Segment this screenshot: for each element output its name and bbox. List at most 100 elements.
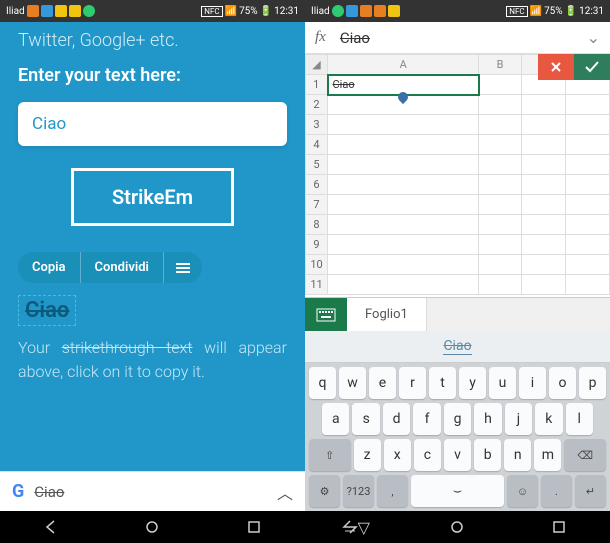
space-key[interactable]: ⌣ <box>411 475 504 507</box>
chevron-up-icon[interactable]: ︿ <box>277 480 293 504</box>
grid[interactable]: ◢ A B C D 1Ciao 2 3 4 5 6 7 8 9 10 11 <box>305 54 610 295</box>
key-m[interactable]: m <box>534 439 561 471</box>
cell[interactable] <box>328 135 479 155</box>
cell[interactable] <box>565 115 609 135</box>
key-z[interactable]: z <box>354 439 381 471</box>
keyboard-toggle-button[interactable] <box>305 298 347 331</box>
cell[interactable] <box>565 215 609 235</box>
key-y[interactable]: y <box>459 367 486 399</box>
cell[interactable] <box>521 235 565 255</box>
key-b[interactable]: b <box>474 439 501 471</box>
symbols-key[interactable]: ?123 <box>343 475 374 507</box>
backspace-key[interactable]: ⌫ <box>564 439 606 471</box>
row-header[interactable]: 6 <box>306 175 328 195</box>
back-button[interactable] <box>36 517 66 537</box>
cell[interactable] <box>328 255 479 275</box>
key-g[interactable]: g <box>444 403 471 435</box>
cell[interactable] <box>479 215 521 235</box>
row-header[interactable]: 3 <box>306 115 328 135</box>
cell[interactable] <box>565 135 609 155</box>
copy-button[interactable]: Copia <box>18 252 81 283</box>
menu-button[interactable] <box>164 252 202 283</box>
suggestion-text[interactable]: Ciao <box>443 338 471 355</box>
cell[interactable] <box>565 275 609 295</box>
cell[interactable] <box>328 195 479 215</box>
cell[interactable] <box>328 275 479 295</box>
row-header[interactable]: 9 <box>306 235 328 255</box>
cell-a1[interactable]: Ciao <box>328 75 479 95</box>
key-s[interactable]: s <box>352 403 379 435</box>
google-search-bar[interactable]: G Ciao ︿ <box>0 471 305 511</box>
cell[interactable] <box>328 175 479 195</box>
chevron-down-icon[interactable]: ⌄ <box>587 28 600 47</box>
select-all-corner[interactable]: ◢ <box>306 55 328 75</box>
recent-button[interactable] <box>239 517 269 537</box>
cell[interactable] <box>479 95 521 115</box>
home-button[interactable] <box>442 517 472 537</box>
key-f[interactable]: f <box>413 403 440 435</box>
share-button[interactable]: Condividi <box>81 252 164 283</box>
key-p[interactable]: p <box>579 367 606 399</box>
cell[interactable] <box>521 95 565 115</box>
key-d[interactable]: d <box>383 403 410 435</box>
cell[interactable] <box>565 95 609 115</box>
cell[interactable] <box>521 255 565 275</box>
confirm-button[interactable] <box>574 54 610 80</box>
emoji-key[interactable]: ☺ <box>507 475 538 507</box>
key-t[interactable]: t <box>429 367 456 399</box>
sheet-tab[interactable]: Foglio1 <box>347 298 427 331</box>
cell[interactable] <box>565 195 609 215</box>
row-header[interactable]: 5 <box>306 155 328 175</box>
key-u[interactable]: u <box>489 367 516 399</box>
cell[interactable] <box>328 155 479 175</box>
settings-key[interactable]: ⚙ <box>309 475 340 507</box>
key-v[interactable]: v <box>444 439 471 471</box>
cell[interactable] <box>328 215 479 235</box>
cell[interactable] <box>479 275 521 295</box>
col-header[interactable]: A <box>328 55 479 75</box>
cell[interactable] <box>479 115 521 135</box>
cell[interactable] <box>521 195 565 215</box>
cell[interactable] <box>521 275 565 295</box>
key-c[interactable]: c <box>414 439 441 471</box>
cell[interactable] <box>328 115 479 135</box>
shift-key[interactable]: ⇧ <box>309 439 351 471</box>
key-n[interactable]: n <box>504 439 531 471</box>
cell[interactable] <box>565 235 609 255</box>
enter-key[interactable]: ↵ <box>575 475 606 507</box>
cell[interactable] <box>521 155 565 175</box>
cancel-button[interactable] <box>538 54 574 80</box>
key-e[interactable]: e <box>369 367 396 399</box>
row-header[interactable]: 8 <box>306 215 328 235</box>
spreadsheet[interactable]: ◢ A B C D 1Ciao 2 3 4 5 6 7 8 9 10 11 <box>305 54 610 297</box>
recent-button[interactable] <box>544 517 574 537</box>
row-header[interactable]: 4 <box>306 135 328 155</box>
row-header[interactable]: 10 <box>306 255 328 275</box>
cell[interactable] <box>521 215 565 235</box>
cell[interactable] <box>479 175 521 195</box>
row-header[interactable]: 7 <box>306 195 328 215</box>
key-j[interactable]: j <box>505 403 532 435</box>
row-header[interactable]: 1 <box>306 75 328 95</box>
cell[interactable] <box>479 255 521 275</box>
row-header[interactable]: 11 <box>306 275 328 295</box>
cell[interactable] <box>479 135 521 155</box>
comma-key[interactable]: , <box>377 475 408 507</box>
period-key[interactable]: . <box>541 475 572 507</box>
cell[interactable] <box>521 135 565 155</box>
back-button[interactable]: ▽ <box>341 517 371 537</box>
key-w[interactable]: w <box>339 367 366 399</box>
key-i[interactable]: i <box>519 367 546 399</box>
cell[interactable] <box>565 155 609 175</box>
text-input[interactable] <box>18 102 287 146</box>
cell[interactable] <box>565 255 609 275</box>
cell[interactable] <box>479 155 521 175</box>
cell[interactable] <box>479 235 521 255</box>
cell[interactable] <box>479 75 521 95</box>
key-o[interactable]: o <box>549 367 576 399</box>
cell[interactable] <box>479 195 521 215</box>
strikeem-button[interactable]: StrikeEm <box>71 168 234 226</box>
formula-bar[interactable]: fx Ciao ⌄ <box>305 22 610 54</box>
cell[interactable] <box>565 175 609 195</box>
key-k[interactable]: k <box>535 403 562 435</box>
